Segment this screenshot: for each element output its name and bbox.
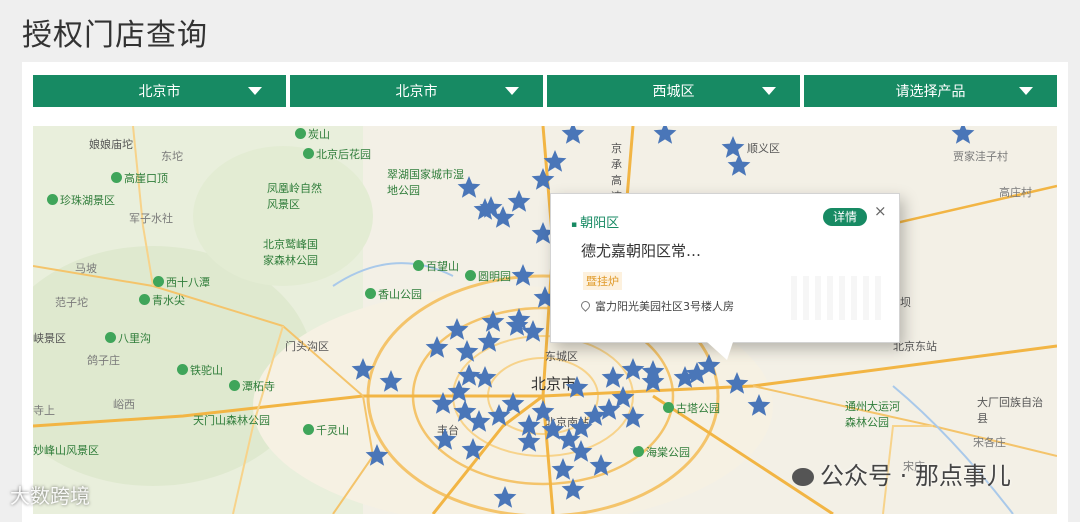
store-marker-star-icon[interactable] [493, 486, 517, 508]
store-marker-star-icon[interactable] [487, 404, 511, 426]
store-info-popup: 朝阳区 详情 × 德尤嘉朝阳区常… 暨挂炉 富力阳光美园社区3号楼人房 [550, 193, 900, 360]
caret-down-icon [248, 87, 262, 95]
store-address-text: 富力阳光美园社区3号楼人房 [595, 300, 734, 313]
store-marker-star-icon[interactable] [379, 370, 403, 392]
store-name: 德尤嘉朝阳区常… [581, 242, 702, 260]
store-marker-star-icon[interactable] [433, 428, 457, 450]
store-marker-star-icon[interactable] [457, 176, 481, 198]
caret-down-icon [505, 87, 519, 95]
store-marker-star-icon[interactable] [511, 264, 535, 286]
store-marker-star-icon[interactable] [431, 392, 455, 414]
watermark-right: 公众号 · 那点事儿 [792, 456, 1011, 491]
city-select[interactable]: 北京市 [290, 75, 543, 107]
store-marker-star-icon[interactable] [551, 458, 575, 480]
store-marker-star-icon[interactable] [445, 318, 469, 340]
store-marker-star-icon[interactable] [477, 330, 501, 352]
close-icon[interactable]: × [874, 202, 887, 220]
city-select-label: 北京市 [395, 84, 438, 100]
location-pin-icon [579, 299, 592, 312]
store-marker-star-icon[interactable] [447, 380, 471, 402]
watermark-right-text: 公众号 · 那点事儿 [820, 462, 1011, 490]
store-marker-star-icon[interactable] [747, 394, 771, 416]
store-marker-star-icon[interactable] [621, 406, 645, 428]
province-select-label: 北京市 [138, 84, 181, 100]
store-marker-star-icon[interactable] [461, 438, 485, 460]
store-marker-star-icon[interactable] [501, 392, 525, 414]
store-marker-star-icon[interactable] [543, 150, 567, 172]
filter-bar: 北京市 北京市 西城区 请选择产品 [33, 75, 1057, 107]
page-title: 授权门店查询 [22, 18, 208, 53]
store-marker-star-icon[interactable] [721, 136, 745, 158]
province-select[interactable]: 北京市 [33, 75, 286, 107]
store-marker-star-icon[interactable] [455, 340, 479, 362]
wechat-icon [792, 468, 814, 486]
store-marker-star-icon[interactable] [725, 372, 749, 394]
store-marker-star-icon[interactable] [601, 366, 625, 388]
store-badge: 暨挂炉 [583, 272, 622, 290]
district-select[interactable]: 西城区 [547, 75, 800, 107]
caret-down-icon [762, 87, 776, 95]
store-marker-star-icon[interactable] [561, 478, 585, 500]
store-marker-star-icon[interactable] [611, 386, 635, 408]
popup-district: 朝阳区 [571, 212, 619, 231]
store-marker-star-icon[interactable] [621, 358, 645, 380]
store-marker-star-icon[interactable] [589, 454, 613, 476]
product-select-label: 请选择产品 [895, 84, 966, 100]
store-marker-star-icon[interactable] [473, 366, 497, 388]
store-marker-star-icon[interactable] [531, 168, 555, 190]
store-address: 富力阳光美园社区3号楼人房 [579, 298, 734, 314]
store-marker-star-icon[interactable] [653, 126, 677, 144]
detail-button[interactable]: 详情 [823, 208, 868, 226]
watermark-left: 大数跨境 [10, 484, 90, 508]
district-select-label: 西城区 [652, 84, 695, 100]
store-marker-star-icon[interactable] [365, 444, 389, 466]
store-marker-star-icon[interactable] [425, 336, 449, 358]
store-marker-star-icon[interactable] [507, 190, 531, 212]
store-marker-star-icon[interactable] [351, 358, 375, 380]
store-marker-star-icon[interactable] [565, 376, 589, 398]
store-marker-star-icon[interactable] [561, 126, 585, 144]
store-marker-star-icon[interactable] [569, 416, 593, 438]
store-marker-star-icon[interactable] [951, 126, 975, 144]
store-marker-star-icon[interactable] [727, 154, 751, 176]
store-marker-star-icon[interactable] [481, 310, 505, 332]
store-marker-star-icon[interactable] [517, 430, 541, 452]
caret-down-icon [1019, 87, 1033, 95]
product-select[interactable]: 请选择产品 [804, 75, 1057, 107]
blurred-region [791, 276, 883, 320]
store-marker-star-icon[interactable] [467, 410, 491, 432]
store-marker-star-icon[interactable] [531, 400, 555, 422]
